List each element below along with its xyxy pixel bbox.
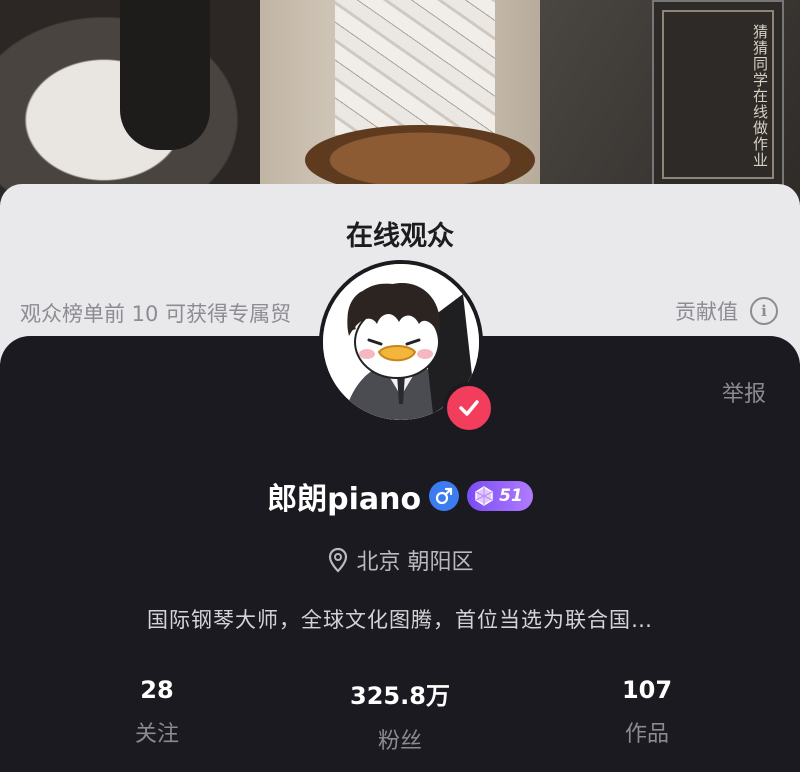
location-text: 北京 朝阳区 — [356, 550, 474, 575]
location-row: 北京 朝阳区 — [0, 544, 800, 576]
followers-count: 325.8万 — [350, 682, 450, 710]
viewer-ranking-hint: 观众榜单前 10 可获得专属贸 — [20, 302, 292, 326]
gem-icon — [475, 486, 493, 506]
username: 郎朗piano — [267, 482, 422, 517]
male-icon — [429, 481, 460, 511]
following-label: 关注 — [134, 722, 179, 747]
info-icon[interactable]: i — [750, 297, 778, 325]
level-badge[interactable]: 51 — [467, 481, 533, 511]
profile-bio[interactable]: 国际钢琴大师，全球文化图腾，首位当选为联合国… — [0, 604, 800, 634]
host-left-shirt — [120, 0, 210, 150]
verified-badge — [443, 382, 495, 434]
contribution-header[interactable]: 贡献值 i — [675, 296, 778, 326]
sheet-title: 在线观众 — [346, 221, 454, 252]
checkmark-icon — [459, 400, 479, 416]
stat-works[interactable]: 107 作品 — [547, 676, 747, 748]
works-label: 作品 — [624, 722, 669, 747]
following-count: 28 — [140, 676, 174, 704]
contribution-label: 贡献值 — [675, 300, 738, 324]
username-row: 郎朗piano 51 — [0, 474, 800, 518]
live-video-frame: 猜猜同学在线做作业 — [0, 0, 800, 200]
profile-stats: 28 关注 325.8万 粉丝 107 作品 — [0, 676, 800, 772]
book-title: 猜猜同学在线做作业 — [751, 24, 769, 168]
stat-followers[interactable]: 325.8万 粉丝 — [300, 676, 500, 755]
marble-panel — [335, 0, 495, 135]
report-button[interactable]: 举报 — [722, 376, 766, 408]
location-pin-icon — [328, 547, 347, 573]
followers-label: 粉丝 — [377, 729, 422, 754]
level-value: 51 — [499, 486, 523, 506]
stat-following[interactable]: 28 关注 — [57, 676, 257, 748]
works-count: 107 — [621, 676, 673, 704]
